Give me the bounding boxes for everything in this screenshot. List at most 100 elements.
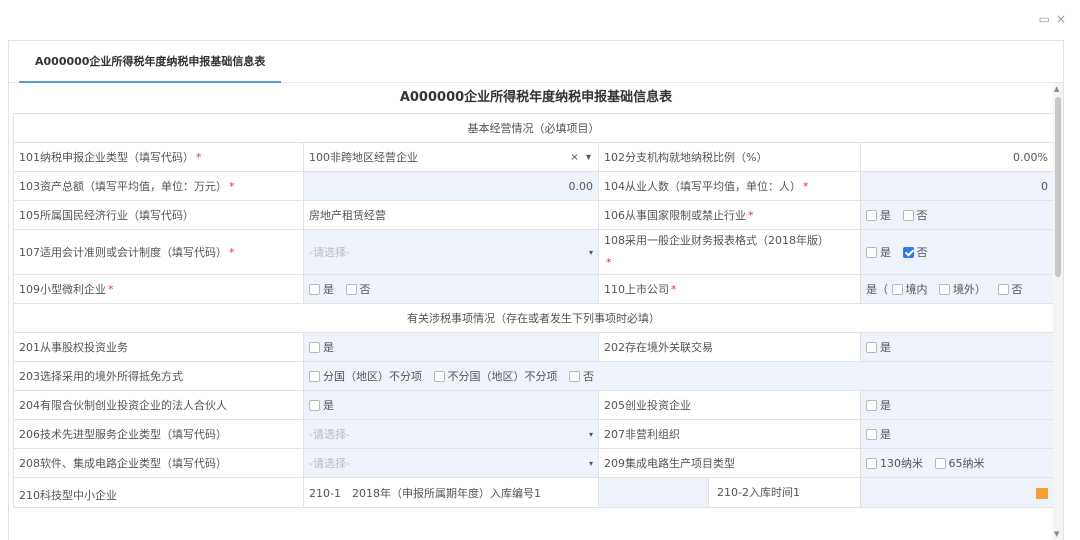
row-209-options: 130纳米 65纳米: [860, 448, 1054, 478]
row-108-no[interactable]: 否: [902, 244, 928, 260]
chevron-down-icon[interactable]: ▾: [589, 430, 593, 439]
row-206-label: 206技术先进型服务企业类型（填写代码）: [13, 419, 304, 449]
row-201-options: 是: [303, 332, 599, 362]
form-title: A000000企业所得税年度纳税申报基础信息表: [399, 90, 673, 105]
row-203-label: 203选择采用的境外所得抵免方式: [13, 361, 304, 391]
checkbox-icon[interactable]: [309, 284, 320, 295]
row-102-value: 0.00%: [860, 142, 1054, 172]
row-205-yes[interactable]: 是: [866, 397, 891, 413]
table-row: 基本经营情况（必填项目）: [13, 113, 1054, 143]
row-206-placeholder: -请选择-: [309, 428, 350, 441]
row-205-label: 205创业投资企业: [598, 390, 861, 420]
row-207-yes[interactable]: 是: [866, 426, 891, 442]
row-203-options: 分国（地区）不分项 不分国（地区）不分项 否: [303, 361, 1054, 391]
row-205-options: 是: [860, 390, 1054, 420]
row-110-domestic[interactable]: 境内: [891, 281, 928, 297]
row-202-label: 202存在境外关联交易: [598, 332, 861, 362]
row-208-placeholder: -请选择-: [309, 457, 350, 470]
chevron-down-icon[interactable]: ▾: [589, 459, 593, 468]
tab-a000000[interactable]: A000000企业所得税年度纳税申报基础信息表: [19, 41, 282, 83]
checkbox-icon[interactable]: [433, 371, 445, 382]
row-104-label: 104从业人数（填写平均值，单位：人） *: [598, 171, 861, 201]
scroll-thumb[interactable]: [1055, 97, 1061, 277]
calendar-icon[interactable]: [1036, 487, 1048, 499]
row-203-no[interactable]: 否: [569, 368, 594, 384]
vertical-scrollbar[interactable]: ▲ ▼: [1053, 83, 1063, 540]
row-204-label: 204有限合伙制创业投资企业的法人合伙人: [13, 390, 304, 420]
row-105-value[interactable]: 房地产租赁经营: [303, 200, 599, 230]
checkbox-icon[interactable]: [866, 429, 877, 440]
row-201-yes[interactable]: 是: [309, 339, 334, 355]
row-102-label: 102分支机构就地纳税比例（%）: [598, 142, 861, 172]
row-209-label: 209集成电路生产项目类型: [598, 448, 861, 478]
section-tax-matters: 有关涉税事项情况（存在或者发生下列事项时必填）: [13, 303, 1054, 333]
checkbox-icon[interactable]: [866, 247, 877, 258]
row-107-label: 107适用会计准则或会计制度（填写代码） *: [13, 229, 304, 275]
row-107-placeholder: -请选择-: [309, 246, 350, 259]
scroll-down-icon[interactable]: ▼: [1054, 530, 1059, 538]
clear-dropdown-icon[interactable]: × ▾: [570, 152, 593, 163]
table-row: 203选择采用的境外所得抵免方式 分国（地区）不分项 不分国（地区）不分项 否: [13, 361, 1054, 391]
checkbox-icon[interactable]: [309, 342, 320, 353]
row-101-label: 101纳税申报企业类型（填写代码） *: [13, 142, 304, 172]
checkbox-icon[interactable]: [309, 400, 320, 411]
table-row: 105所属国民经济行业（填写代码） 房地产租赁经营 106从事国家限制或禁止行业…: [13, 200, 1054, 230]
row-110-options: 是（ 境内 境外） 否: [860, 274, 1054, 304]
row-106-label: 106从事国家限制或禁止行业 *: [598, 200, 861, 230]
section-basic: 基本经营情况（必填项目）: [13, 113, 1054, 143]
row-206-select[interactable]: -请选择- ▾: [303, 419, 599, 449]
checkbox-icon[interactable]: [866, 400, 877, 411]
row-204-yes[interactable]: 是: [309, 397, 334, 413]
row-106-no[interactable]: 否: [902, 207, 928, 223]
restore-icon[interactable]: ▭: [1039, 12, 1050, 26]
row-103-input[interactable]: 0.00: [303, 171, 599, 201]
row-210-1-area: 210-2入库时间1: [598, 477, 861, 508]
row-210-2-label: 210-2入库时间1: [709, 478, 860, 507]
row-105-label: 105所属国民经济行业（填写代码）: [13, 200, 304, 230]
table-row: 101纳税申报企业类型（填写代码） * 100非跨地区经营企业 × ▾ 102分支机…: [13, 142, 1054, 172]
checkbox-icon: [866, 458, 877, 469]
row-210-label: 210科技型中小企业: [13, 477, 304, 508]
row-204-options: 是: [303, 390, 599, 420]
checkbox-checked-icon[interactable]: [902, 247, 914, 258]
row-106-yes[interactable]: 是: [866, 207, 891, 223]
row-108-label: 108采用一般企业财务报表格式（2018年版） *: [598, 229, 861, 275]
close-icon[interactable]: ×: [1056, 12, 1066, 26]
checkbox-icon[interactable]: [939, 284, 950, 295]
checkbox-icon[interactable]: [891, 284, 903, 295]
table-row: 109小型微利企业 * 是 否 110上市公司 * 是（ 境内 境外） 否: [13, 274, 1054, 304]
row-209-opt2: 65纳米: [934, 455, 985, 471]
row-109-options: 是 否: [303, 274, 599, 304]
row-210-2-input[interactable]: [860, 477, 1054, 508]
row-109-no[interactable]: 否: [345, 281, 371, 297]
row-109-yes[interactable]: 是: [309, 281, 334, 297]
row-203-opt2[interactable]: 不分国（地区）不分项: [433, 368, 558, 384]
checkbox-icon[interactable]: [569, 371, 580, 382]
row-203-opt1[interactable]: 分国（地区）不分项: [309, 368, 422, 384]
row-110-label: 110上市公司 *: [598, 274, 861, 304]
row-108-yes[interactable]: 是: [866, 244, 891, 260]
table-row: 210科技型中小企业 210-1 2018年（申报所属期年度）入库编号1 210…: [13, 477, 1054, 508]
row-210-1-input[interactable]: [599, 478, 709, 507]
row-107-select[interactable]: -请选择- ▾: [303, 229, 599, 275]
table-row: 103资产总额（填写平均值，单位：万元） * 0.00 104从业人数（填写平均值…: [13, 171, 1054, 201]
row-104-input[interactable]: 0: [860, 171, 1054, 201]
row-110-foreign[interactable]: 境外）: [939, 281, 986, 297]
scroll-up-icon[interactable]: ▲: [1054, 85, 1059, 93]
table-row: 107适用会计准则或会计制度（填写代码） * -请选择- ▾ 108采用一般企业财务…: [13, 229, 1054, 275]
checkbox-icon[interactable]: [345, 284, 357, 295]
row-103-label: 103资产总额（填写平均值，单位：万元） *: [13, 171, 304, 201]
row-207-options: 是: [860, 419, 1054, 449]
checkbox-icon[interactable]: [309, 371, 320, 382]
row-101-select[interactable]: 100非跨地区经营企业 × ▾: [303, 142, 599, 172]
checkbox-icon[interactable]: [902, 210, 914, 221]
row-110-no[interactable]: 否: [997, 281, 1023, 297]
checkbox-icon[interactable]: [866, 210, 877, 221]
row-202-yes[interactable]: 是: [866, 339, 891, 355]
checkbox-icon[interactable]: [997, 284, 1009, 295]
chevron-down-icon[interactable]: ▾: [589, 248, 593, 257]
checkbox-icon[interactable]: [866, 342, 877, 353]
row-208-select[interactable]: -请选择- ▾: [303, 448, 599, 478]
row-201-label: 201从事股权投资业务: [13, 332, 304, 362]
row-109-label: 109小型微利企业 *: [13, 274, 304, 304]
